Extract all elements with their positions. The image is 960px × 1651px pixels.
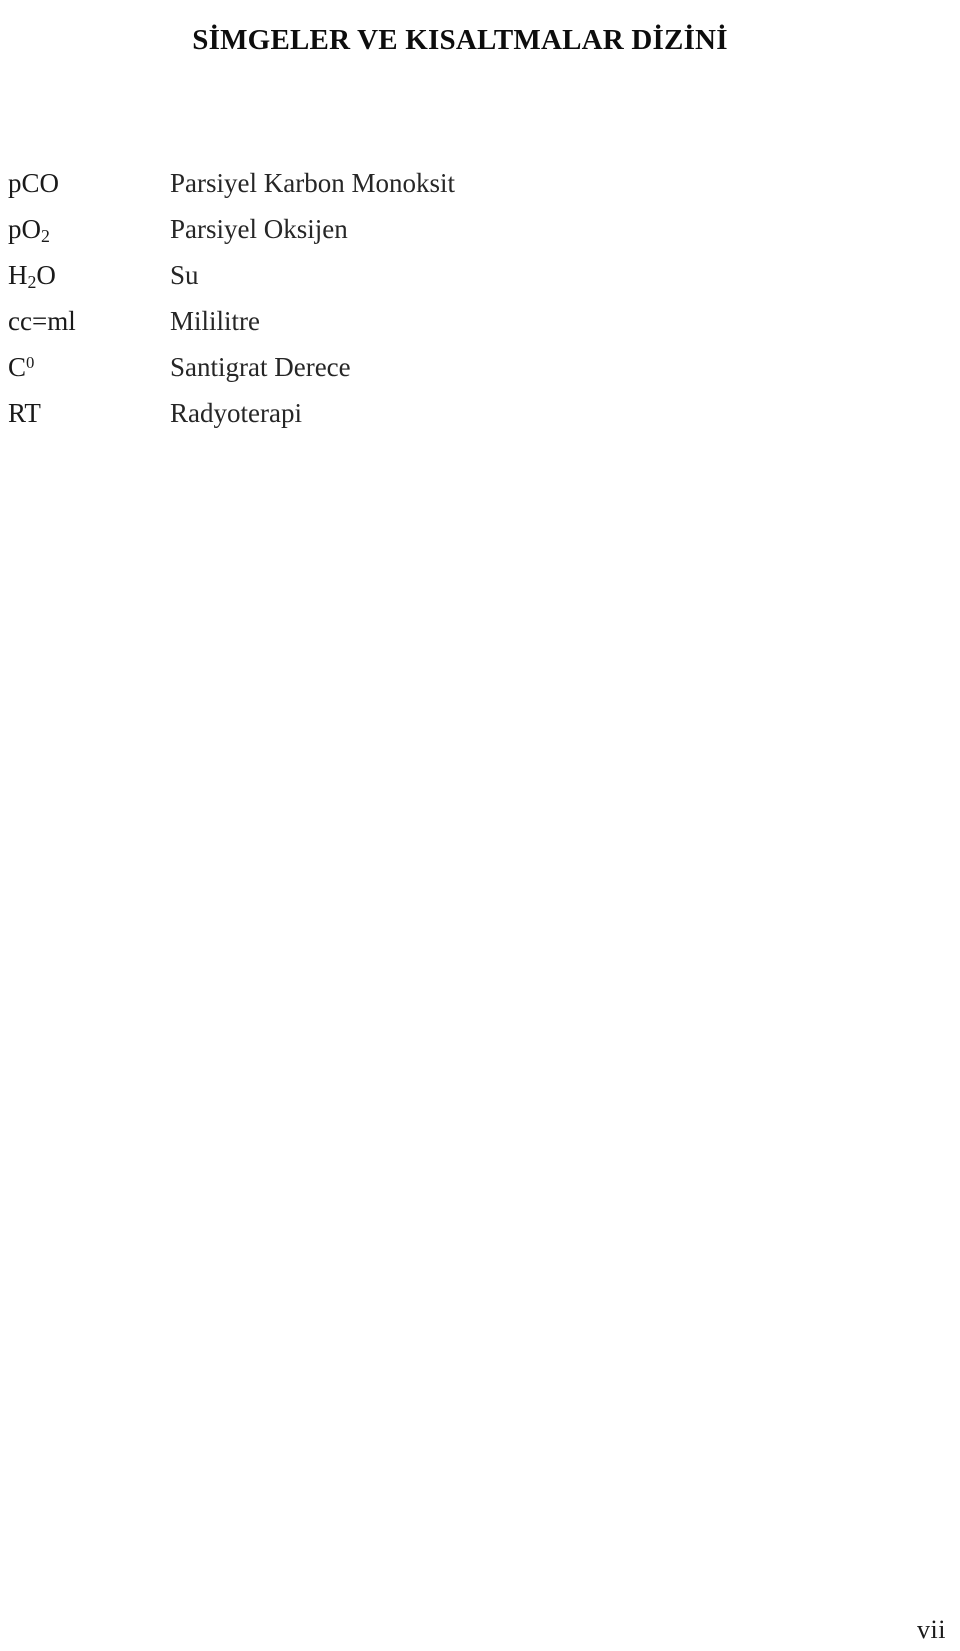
abbreviation-row: H2O Su <box>8 252 908 298</box>
abbreviation-symbol: pO2 <box>8 214 50 247</box>
abbreviation-meaning: Mililitre <box>170 306 260 336</box>
abbreviation-meaning: Santigrat Derece <box>170 352 351 382</box>
abbreviation-list: pCO Parsiyel Karbon Monoksit pO2 Parsiyel O… <box>8 160 908 436</box>
abbreviation-meaning: Radyoterapi <box>170 398 302 428</box>
abbreviation-symbol: cc=ml <box>8 306 76 336</box>
abbreviation-meaning: Parsiyel Karbon Monoksit <box>170 168 455 198</box>
abbreviation-row: pCO Parsiyel Karbon Monoksit <box>8 160 908 206</box>
abbreviation-meaning: Su <box>170 260 199 290</box>
page-number: vii <box>917 1615 946 1644</box>
page-title: SİMGELER VE KISALTMALAR DİZİNİ <box>192 24 728 57</box>
abbreviation-meaning: Parsiyel Oksijen <box>170 214 348 244</box>
abbreviation-symbol: pCO <box>8 168 60 198</box>
abbreviation-symbol: H2O <box>8 260 56 293</box>
abbreviation-row: C0 Santigrat Derece <box>8 344 908 390</box>
abbreviation-symbol: C0 <box>8 352 35 382</box>
document-page: SİMGELER VE KISALTMALAR DİZİNİ pCO Parsiy… <box>0 0 960 1651</box>
abbreviation-row: cc=ml Mililitre <box>8 298 908 344</box>
abbreviation-symbol: RT <box>8 398 41 428</box>
abbreviation-row: RT Radyoterapi <box>8 390 908 436</box>
abbreviation-row: pO2 Parsiyel Oksijen <box>8 206 908 252</box>
